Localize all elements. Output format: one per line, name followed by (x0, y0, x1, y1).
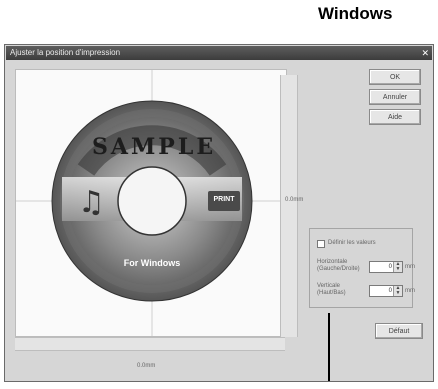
cancel-button[interactable]: Annuler (369, 89, 421, 105)
vertical-label: Verticale (Haut/Bas) (317, 283, 346, 296)
horizontal-value: 0 (388, 264, 392, 270)
disc-label-text: For Windows (123, 258, 181, 268)
horizontal-label: Horizontale (Gauche/Droite) (317, 259, 360, 272)
callout-line (328, 313, 330, 381)
vertical-value-stepper[interactable]: 0 ▲ ▼ (369, 285, 403, 297)
stepper-arrows-icon[interactable]: ▲ ▼ (393, 262, 402, 272)
help-button[interactable]: Aide (369, 109, 421, 125)
vertical-unit: mm (405, 288, 415, 294)
horizontal-value-stepper[interactable]: 0 ▲ ▼ (369, 261, 403, 273)
disc-preview-area[interactable]: ♫ SAMPLE For Windows PRINT (15, 69, 287, 337)
define-values-checkbox[interactable] (317, 240, 325, 248)
print-position-dialog: Ajuster la position d'impression ✕ ♫ SAM… (4, 44, 434, 382)
vertical-offset-readout: 0.0mm (285, 197, 304, 203)
dialog-titlebar[interactable]: Ajuster la position d'impression ✕ (6, 46, 432, 60)
horizontal-position-slider[interactable] (15, 337, 285, 351)
stepper-arrows-icon[interactable]: ▲ ▼ (393, 286, 402, 296)
default-button[interactable]: Défaut (375, 323, 423, 339)
sample-text: SAMPLE (92, 134, 217, 160)
disc-preview: ♫ (16, 70, 286, 336)
horizontal-unit: mm (405, 264, 415, 270)
define-values-label: Définir les valeurs (328, 240, 376, 246)
vertical-value: 0 (388, 288, 392, 294)
dialog-title: Ajuster la position d'impression (10, 48, 121, 57)
disc-hole (117, 166, 187, 236)
music-note-icon: ♫ (78, 185, 105, 220)
ok-button[interactable]: OK (369, 69, 421, 85)
os-heading: Windows (318, 4, 393, 23)
vertical-position-slider[interactable] (280, 75, 298, 337)
close-icon[interactable]: ✕ (421, 46, 429, 60)
horizontal-offset-readout: 0.0mm (137, 363, 156, 369)
print-badge-text: PRINT (213, 196, 235, 203)
